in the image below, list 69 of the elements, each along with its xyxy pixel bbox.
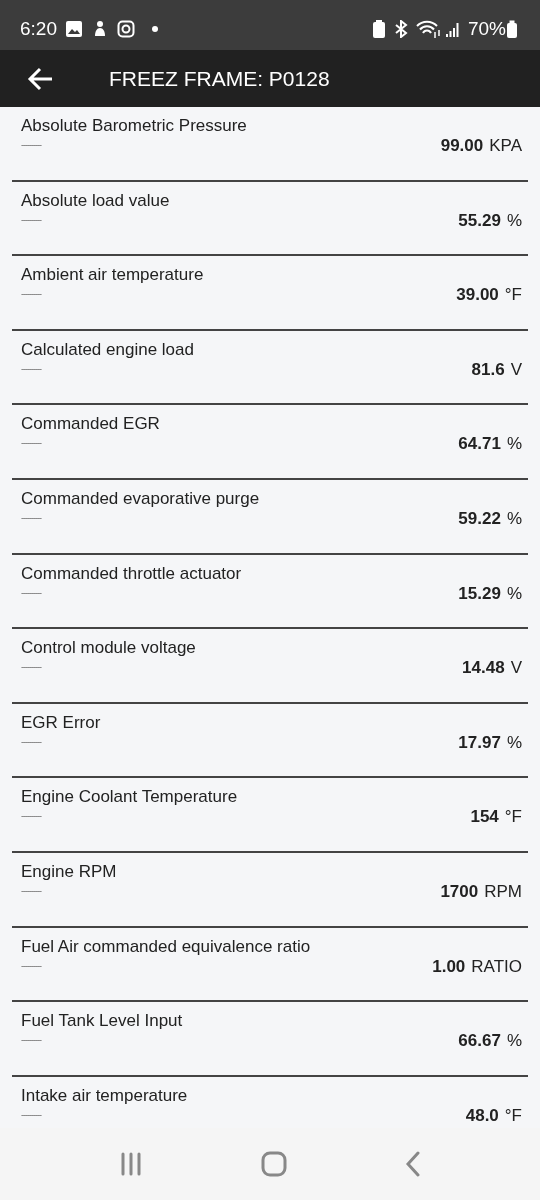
parameter-value: 48.0: [465, 1104, 499, 1127]
parameter-name: Absolute load value: [21, 189, 171, 212]
parameter-name: Commanded EGR: [21, 413, 161, 436]
parameter-subtitle: ----------: [21, 439, 43, 449]
parameter-subtitle: ----------: [21, 663, 43, 673]
parameter-value: 14.48: [462, 657, 505, 680]
parameter-unit: °F: [504, 284, 522, 307]
battery-icon: [506, 19, 518, 39]
bluetooth-icon: [393, 20, 408, 38]
parameter-unit: V: [510, 657, 522, 680]
parameter-name: Engine RPM: [21, 860, 118, 883]
parameter-value: 154: [470, 806, 499, 829]
parameter-unit: %: [506, 507, 522, 530]
parameter-value: 66.67: [458, 1030, 501, 1053]
parameter-value: 64.71: [458, 433, 501, 456]
parameter-name: Fuel Air commanded equivalence ratio: [21, 935, 312, 958]
parameter-subtitle: ----------: [21, 215, 43, 225]
parameter-value: 15.29: [458, 582, 501, 605]
parameter-name: Commanded evaporative purge: [21, 487, 261, 510]
parameter-subtitle: ----------: [21, 514, 43, 524]
parameter-subtitle: ----------: [21, 737, 43, 747]
camera-icon: [117, 20, 135, 38]
parameter-unit: %: [506, 582, 522, 605]
parameter-value: 39.00: [456, 284, 499, 307]
wifi-icon: [415, 20, 442, 38]
parameter-unit: RATIO: [471, 955, 522, 978]
home-icon[interactable]: [261, 1151, 287, 1177]
parameter-subtitle: ----------: [21, 290, 43, 300]
parameter-name: Calculated engine load: [21, 338, 195, 361]
parameter-name: Ambient air temperature: [21, 264, 205, 287]
parameter-name: EGR Error: [21, 711, 102, 734]
back-icon[interactable]: [405, 1151, 421, 1177]
parameter-value: 1.00: [432, 955, 466, 978]
battery-percent: 70%: [467, 16, 506, 41]
parameter-unit: °F: [504, 1104, 522, 1127]
signal-icon: [445, 20, 460, 38]
parameter-name: Engine Coolant Temperature: [21, 786, 239, 809]
parameter-subtitle: ----------: [21, 812, 43, 822]
parameter-value: 17.97: [458, 731, 501, 754]
parameter-subtitle: ----------: [21, 364, 43, 374]
screen-title: FREEZ FRAME: P0128: [109, 65, 330, 92]
parameter-unit: °F: [504, 806, 522, 829]
parameter-value: 55.29: [458, 209, 501, 232]
parameter-subtitle: ----------: [21, 961, 43, 971]
parameter-unit: %: [506, 433, 522, 456]
parameter-name: Control module voltage: [21, 637, 197, 660]
clock: 6:20: [20, 16, 57, 41]
parameter-name: Absolute Barometric Pressure: [21, 115, 248, 137]
parameter-unit: KPA: [489, 135, 522, 157]
parameter-subtitle: ----------: [21, 588, 43, 598]
parameter-unit: V: [510, 358, 522, 381]
parameter-unit: %: [506, 209, 522, 232]
parameter-value: 99.00: [440, 135, 484, 157]
parameter-value: 1700: [440, 880, 479, 903]
parameter-value: 59.22: [458, 507, 501, 530]
parameter-subtitle: ----------: [21, 1110, 43, 1120]
parameter-name: Intake air temperature: [21, 1084, 189, 1107]
parameter-subtitle: ----------: [21, 1036, 43, 1046]
parameter-name: Fuel Tank Level Input: [21, 1010, 184, 1033]
recent-apps-icon[interactable]: [119, 1152, 143, 1176]
parameter-unit: RPM: [484, 880, 522, 903]
parameter-unit: %: [506, 731, 522, 754]
parameter-name: Commanded throttle actuator: [21, 562, 243, 585]
image-icon: [65, 20, 83, 38]
dot-icon: [151, 25, 159, 33]
parameter-value: 81.6: [471, 358, 505, 381]
parameter-subtitle: ----------: [21, 141, 43, 151]
parameter-unit: %: [506, 1030, 522, 1053]
parameter-subtitle: ----------: [21, 887, 43, 897]
